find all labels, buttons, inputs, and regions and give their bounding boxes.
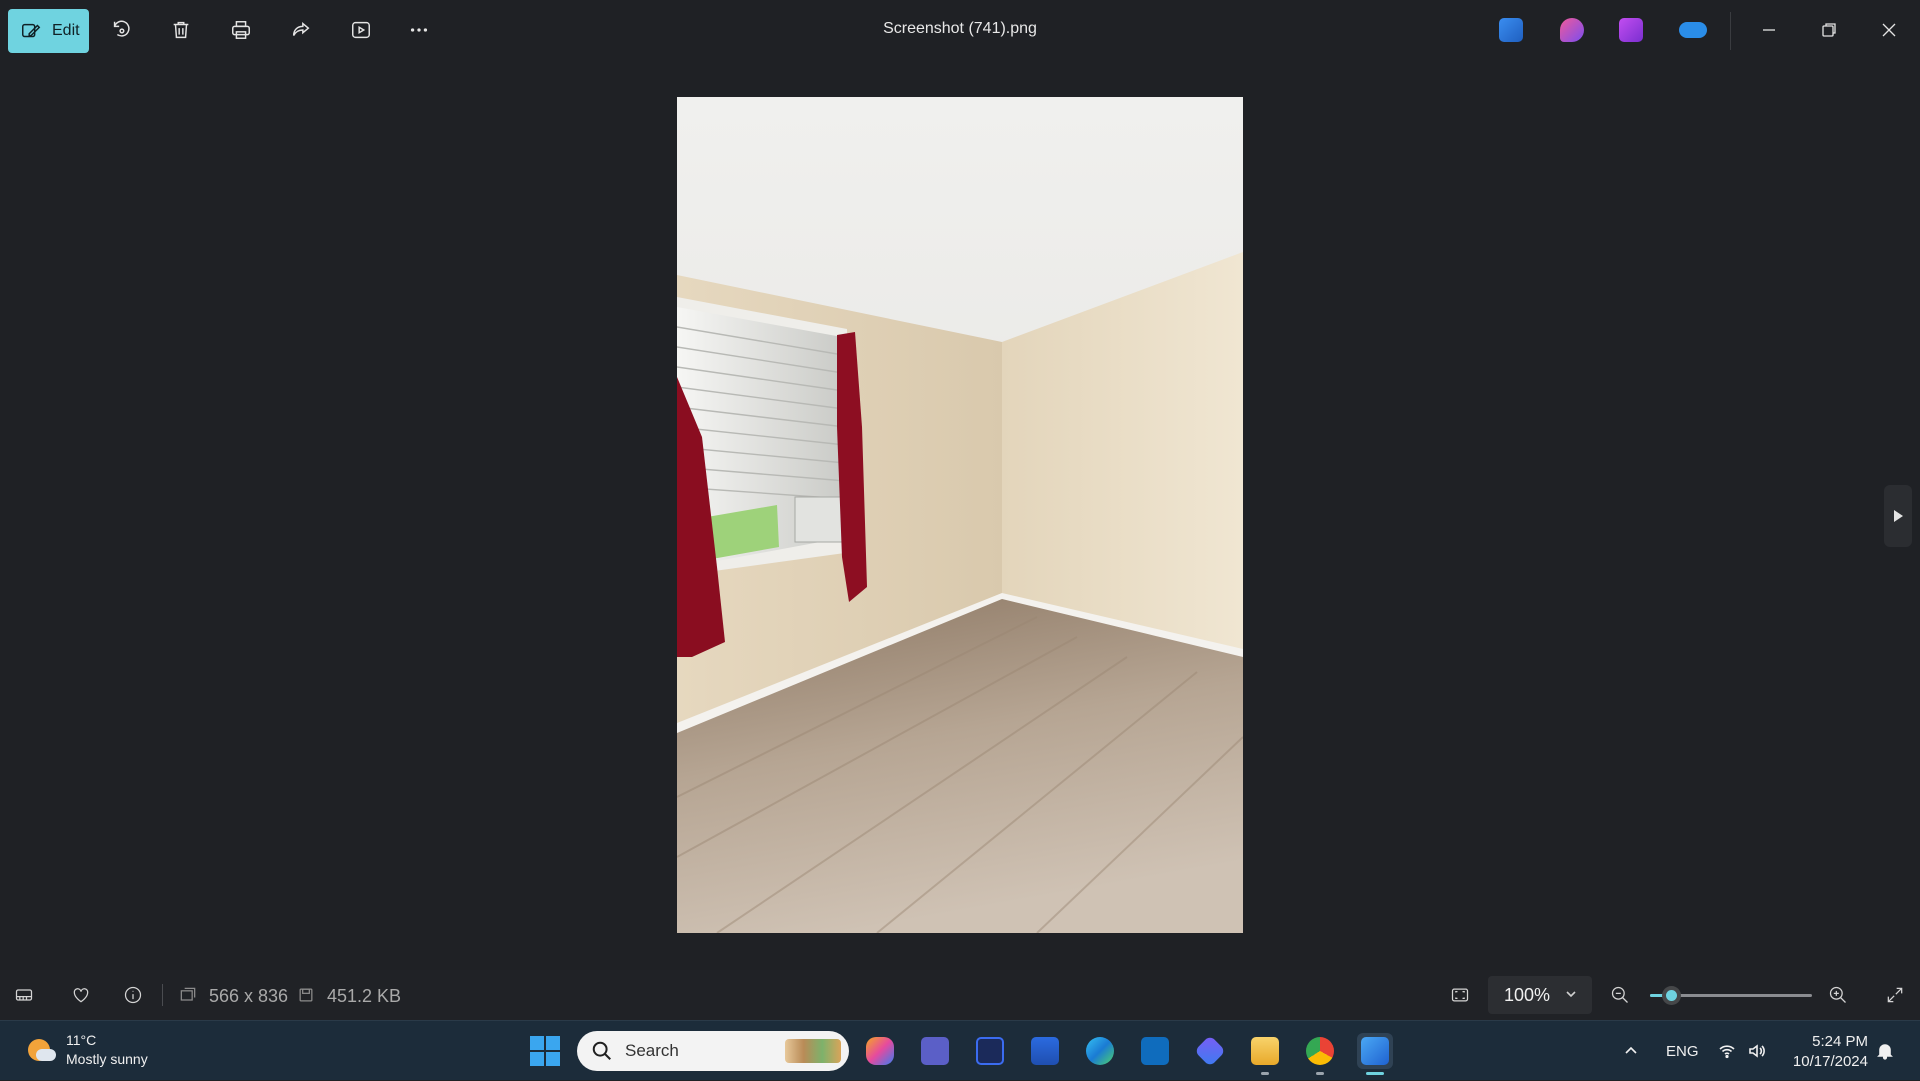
expand-icon bbox=[1887, 987, 1903, 1003]
onedrive-icon[interactable] bbox=[1679, 22, 1707, 38]
taskbar-clock[interactable]: 5:24 PM 10/17/2024 bbox=[1780, 1032, 1868, 1072]
status-bar: 566 x 836 451.2 KB 100% bbox=[0, 970, 1920, 1020]
outlook-icon bbox=[1141, 1037, 1169, 1065]
file-size: 451.2 KB bbox=[327, 986, 402, 1006]
zoom-out-button[interactable] bbox=[1608, 983, 1632, 1007]
chevron-down-icon bbox=[1566, 991, 1576, 998]
clock-time: 5:24 PM bbox=[1812, 1033, 1868, 1050]
taskbar-photos[interactable] bbox=[1357, 1033, 1393, 1075]
zoom-slider-thumb[interactable] bbox=[1661, 986, 1681, 1005]
designer-app-icon[interactable] bbox=[1560, 18, 1584, 42]
weather-temperature: 11°C bbox=[66, 1032, 97, 1048]
play-right-icon bbox=[1894, 510, 1903, 522]
filmstrip-icon bbox=[15, 989, 33, 1001]
taskbar-copilot-pro[interactable] bbox=[1192, 1033, 1228, 1069]
search-highlight-image bbox=[785, 1039, 841, 1063]
weather-sun-icon bbox=[26, 1035, 56, 1065]
dimensions-icon bbox=[176, 983, 200, 1007]
zoom-level-dropdown[interactable]: 100% bbox=[1488, 976, 1592, 1014]
search-icon bbox=[592, 1041, 611, 1060]
zoom-level-label: 100% bbox=[1504, 984, 1551, 1005]
close-button[interactable] bbox=[1869, 12, 1909, 48]
image-dimensions: 566 x 836 bbox=[209, 986, 289, 1006]
start-icon bbox=[530, 1036, 544, 1050]
weather-condition: Mostly sunny bbox=[66, 1051, 148, 1067]
title-separator bbox=[1730, 12, 1731, 50]
clipchamp-app-icon[interactable] bbox=[1619, 18, 1643, 42]
room-photo-image bbox=[677, 97, 1243, 933]
chevron-up-icon bbox=[1625, 1046, 1637, 1054]
network-status[interactable] bbox=[1718, 1021, 1736, 1081]
zoom-in-button[interactable] bbox=[1826, 983, 1850, 1007]
heart-icon bbox=[73, 988, 89, 1003]
store-icon bbox=[1031, 1037, 1059, 1065]
copilot-pro-icon bbox=[1194, 1035, 1226, 1067]
taskbar-edge[interactable] bbox=[1082, 1033, 1118, 1069]
taskbar-teams[interactable] bbox=[917, 1033, 953, 1069]
zoom-slider[interactable] bbox=[1650, 986, 1812, 1005]
volume-control[interactable] bbox=[1748, 1021, 1766, 1081]
next-image-button[interactable] bbox=[1884, 485, 1912, 547]
file-explorer-icon bbox=[1251, 1037, 1279, 1065]
restore-button[interactable] bbox=[1809, 12, 1849, 48]
show-hidden-icons-button[interactable] bbox=[1622, 1021, 1640, 1081]
windows-taskbar: 11°C Mostly sunny Search ENG 5:24 PM 10/… bbox=[0, 1020, 1920, 1080]
bell-icon bbox=[1877, 1044, 1893, 1060]
photos-icon bbox=[1361, 1037, 1389, 1065]
minimize-icon bbox=[1763, 29, 1775, 31]
input-language-button[interactable]: ENG bbox=[1666, 1021, 1699, 1081]
fit-window-icon bbox=[1451, 988, 1469, 1002]
wifi-icon bbox=[1719, 1045, 1735, 1059]
photos-app-window: Edit Screenshot (741).png 566 x 836 451.… bbox=[0, 0, 1920, 1020]
restore-icon bbox=[1822, 23, 1836, 37]
volume-icon bbox=[1749, 1044, 1765, 1058]
clock-date: 10/17/2024 bbox=[1792, 1053, 1868, 1070]
visual-studio-icon bbox=[976, 1037, 1004, 1065]
fit-to-window-button[interactable] bbox=[1448, 983, 1472, 1007]
taskbar-visual-studio[interactable] bbox=[972, 1033, 1008, 1069]
taskbar-copilot[interactable] bbox=[862, 1033, 898, 1069]
chrome-icon bbox=[1306, 1037, 1334, 1065]
minimize-button[interactable] bbox=[1749, 12, 1789, 48]
info-icon bbox=[124, 986, 142, 1004]
teams-icon bbox=[921, 1037, 949, 1065]
copilot-icon bbox=[866, 1037, 894, 1065]
close-icon bbox=[1882, 23, 1896, 37]
file-info-button[interactable] bbox=[121, 983, 145, 1007]
taskbar-outlook[interactable] bbox=[1137, 1033, 1173, 1069]
full-screen-button[interactable] bbox=[1883, 983, 1907, 1007]
weather-widget[interactable]: 11°C Mostly sunny bbox=[26, 1031, 148, 1069]
favorite-button[interactable] bbox=[69, 983, 93, 1007]
filmstrip-button[interactable] bbox=[12, 983, 36, 1007]
notifications-button[interactable] bbox=[1876, 1021, 1894, 1081]
taskbar-store[interactable] bbox=[1027, 1033, 1063, 1069]
file-size-icon bbox=[294, 983, 318, 1007]
photos-app-icon[interactable] bbox=[1499, 18, 1523, 42]
language-indicator: ENG bbox=[1666, 1042, 1699, 1060]
taskbar-chrome[interactable] bbox=[1302, 1033, 1338, 1075]
edge-icon bbox=[1086, 1037, 1114, 1065]
title-bar: Edit Screenshot (741).png bbox=[0, 0, 1920, 60]
start-button[interactable] bbox=[530, 1036, 560, 1066]
taskbar-search-box[interactable]: Search bbox=[577, 1031, 849, 1071]
displayed-photo[interactable] bbox=[677, 97, 1243, 933]
taskbar-file-explorer[interactable] bbox=[1247, 1033, 1283, 1075]
status-separator bbox=[162, 984, 163, 1006]
zoom-in-icon bbox=[1829, 986, 1846, 1003]
search-placeholder: Search bbox=[625, 1041, 679, 1060]
zoom-out-icon bbox=[1611, 986, 1628, 1003]
